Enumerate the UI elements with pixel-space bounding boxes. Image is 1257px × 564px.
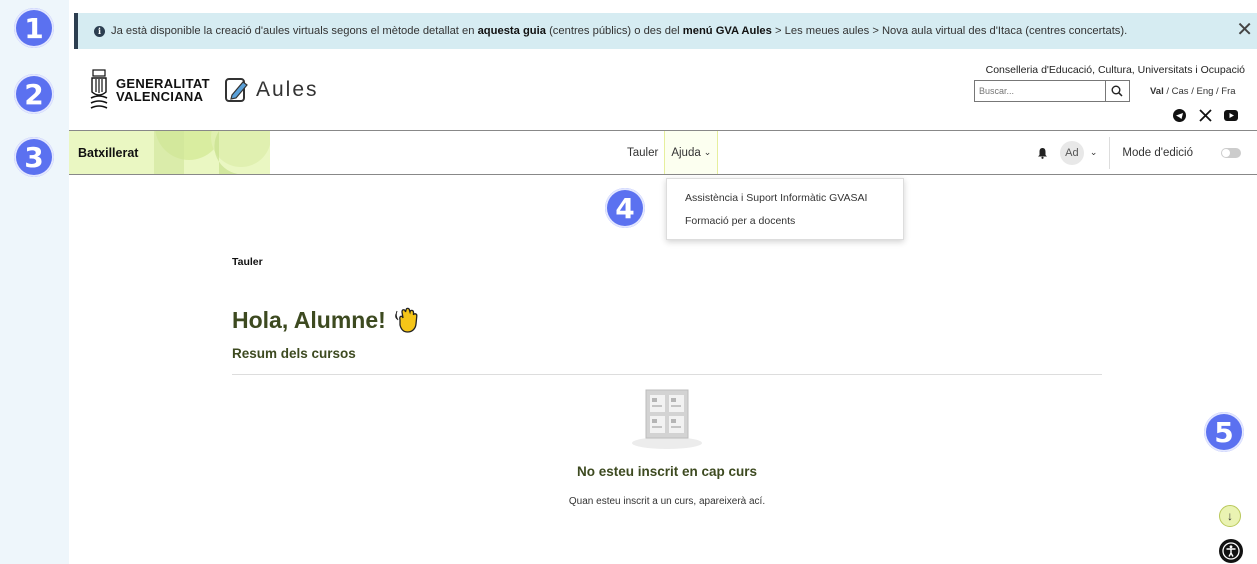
edit-mode-toggle[interactable]: [1221, 147, 1241, 158]
accessibility-icon: [1222, 542, 1240, 560]
generalitat-logo[interactable]: GENERALITAT VALENCIANA: [88, 68, 210, 112]
scroll-down-button[interactable]: ↓: [1219, 505, 1241, 527]
menu-item-gvasai[interactable]: Assistència i Suport Informàtic GVASAI: [685, 192, 867, 204]
gva-aules-menu-link[interactable]: menú GVA Aules: [683, 25, 772, 37]
menu-item-formacio[interactable]: Formació per a docents: [685, 215, 795, 227]
top-navbar: Batxillerat Tauler Ajuda ⌄ Ad ⌄ Mode d'e…: [69, 130, 1257, 175]
x-twitter-icon[interactable]: [1198, 108, 1212, 122]
empty-state-description: Quan esteu inscrit a un curs, apareixerà…: [568, 496, 766, 507]
search-box: [974, 80, 1130, 102]
alert-text: Ja està disponible la creació d'aules vi…: [111, 25, 1128, 37]
nav-right: Ad ⌄ Mode d'edició: [1037, 131, 1257, 174]
info-icon: i: [94, 25, 105, 37]
annotation-badge-2: 2: [14, 74, 54, 114]
empty-courses-icon: [632, 389, 702, 449]
annotation-badge-3: 3: [14, 137, 54, 177]
waving-hand-icon: [394, 307, 418, 333]
telegram-icon[interactable]: [1172, 108, 1186, 122]
search-button[interactable]: [1104, 81, 1129, 101]
arrow-down-icon: ↓: [1227, 509, 1233, 523]
search-input[interactable]: [975, 81, 1105, 101]
annotation-badge-1: 1: [14, 8, 54, 48]
help-dropdown-menu: Assistència i Suport Informàtic GVASAI F…: [666, 178, 904, 240]
user-avatar[interactable]: Ad: [1059, 140, 1084, 165]
header-right: Conselleria d'Educació, Cultura, Univers…: [986, 64, 1245, 76]
brand-title: Batxillerat: [78, 146, 139, 160]
lang-others[interactable]: / Cas / Eng / Fra: [1164, 86, 1235, 97]
nav-tauler[interactable]: Tauler: [621, 131, 664, 174]
annotation-badge-4: 4: [605, 188, 645, 228]
page-breadcrumb: Tauler: [232, 256, 263, 268]
courses-summary-heading: Resum dels cursos: [232, 346, 356, 361]
youtube-icon[interactable]: [1224, 108, 1238, 122]
primary-nav: Tauler Ajuda ⌄: [621, 131, 719, 174]
empty-state-title: No esteu inscrit en cap curs: [576, 464, 758, 479]
section-divider: [232, 374, 1102, 375]
edit-mode-label: Mode d'edició: [1122, 146, 1193, 159]
aules-title: Aules: [256, 78, 319, 101]
conselleria-name[interactable]: Conselleria d'Educació, Cultura, Univers…: [986, 64, 1245, 76]
search-icon: [1111, 85, 1123, 97]
close-icon[interactable]: ✕: [1236, 19, 1253, 39]
aules-logo[interactable]: Aules: [224, 76, 319, 104]
accessibility-button[interactable]: [1219, 539, 1243, 563]
nav-ajuda[interactable]: Ajuda ⌄: [664, 131, 719, 174]
info-alert: i Ja està disponible la creació d'aules …: [74, 13, 1257, 49]
page-title: Hola, Alumne!: [232, 306, 422, 334]
chevron-down-icon: ⌄: [703, 147, 712, 157]
site-brand[interactable]: Batxillerat: [69, 131, 270, 174]
social-links: [1172, 108, 1238, 122]
guide-link[interactable]: aquesta guia: [478, 25, 546, 37]
lang-val[interactable]: Val: [1150, 86, 1164, 97]
crest-icon: [90, 69, 108, 109]
annotation-badge-5: 5: [1204, 412, 1244, 452]
aules-logo-icon: [225, 78, 248, 102]
user-menu-chevron-icon[interactable]: ⌄: [1090, 147, 1098, 158]
language-selector: Val / Cas / Eng / Fra: [1150, 86, 1236, 97]
gva-line-2: VALENCIANA: [116, 89, 204, 104]
notification-bell-icon[interactable]: [1037, 147, 1048, 159]
nav-divider: [1109, 136, 1111, 169]
